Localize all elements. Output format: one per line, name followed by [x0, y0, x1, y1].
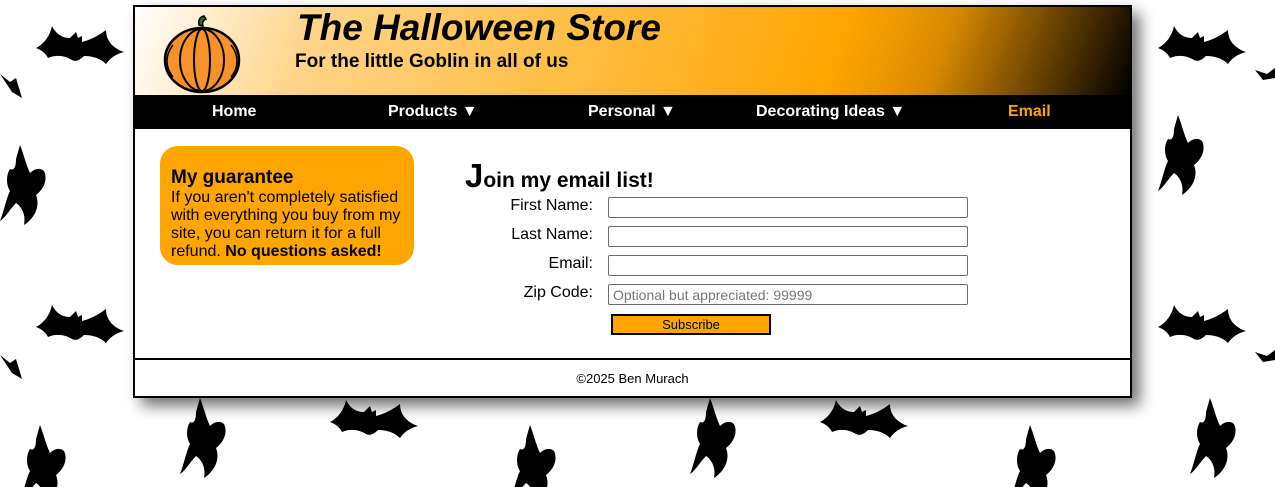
nav-item-products[interactable]: Products ▼: [388, 95, 478, 129]
bat-icon: [330, 400, 418, 438]
bat-icon: [1010, 425, 1056, 487]
guarantee-box: My guarantee If you aren't completely sa…: [160, 146, 414, 265]
bat-icon: [36, 26, 124, 64]
nav-item-email[interactable]: Email: [1008, 95, 1051, 129]
form-title: Join my email list!: [465, 157, 654, 195]
footer-divider: [135, 358, 1130, 360]
bat-icon: [1158, 305, 1246, 343]
form-title-rest: oin my email list!: [483, 169, 654, 192]
bat-icon: [180, 398, 226, 478]
form-title-initial: J: [465, 157, 484, 194]
bat-icon: [36, 305, 124, 343]
email-label: Email:: [548, 255, 593, 272]
page-container: The Halloween Store For the little Gobli…: [133, 5, 1132, 398]
bat-icon: [1158, 26, 1246, 64]
bat-icon: [820, 400, 908, 438]
nav-item-personal[interactable]: Personal ▼: [588, 95, 676, 129]
last-name-label: Last Name:: [511, 226, 593, 243]
bat-icon: [1255, 350, 1275, 362]
site-title: The Halloween Store: [297, 7, 661, 48]
site-header: The Halloween Store For the little Gobli…: [135, 7, 1130, 95]
bat-icon: [0, 355, 22, 379]
guarantee-text: If you aren't completely satisfied with …: [171, 189, 403, 261]
bat-icon: [1158, 115, 1204, 195]
main-nav: Home Products ▼ Personal ▼ Decorating Id…: [135, 95, 1130, 129]
last-name-field[interactable]: [608, 226, 968, 247]
bat-icon: [20, 425, 66, 487]
nav-item-decorating-ideas[interactable]: Decorating Ideas ▼: [756, 95, 905, 129]
bat-icon: [1190, 398, 1236, 478]
zip-code-label: Zip Code:: [523, 284, 593, 301]
guarantee-emphasis: No questions asked!: [225, 243, 382, 260]
bat-icon: [0, 74, 22, 98]
guarantee-heading: My guarantee: [171, 167, 294, 188]
bat-icon: [690, 398, 736, 478]
first-name-field[interactable]: [608, 197, 968, 218]
pumpkin-icon: [163, 15, 241, 94]
site-subtitle: For the little Goblin in all of us: [295, 51, 569, 72]
first-name-label: First Name:: [510, 197, 593, 214]
nav-item-home[interactable]: Home: [212, 95, 256, 129]
bat-icon: [1255, 68, 1275, 80]
zip-code-field[interactable]: [608, 284, 968, 305]
email-field[interactable]: [608, 255, 968, 276]
bat-icon: [510, 425, 556, 487]
bat-icon: [0, 145, 46, 225]
subscribe-button[interactable]: Subscribe: [611, 314, 771, 335]
site-footer: ©2025 Ben Murach: [576, 371, 689, 386]
